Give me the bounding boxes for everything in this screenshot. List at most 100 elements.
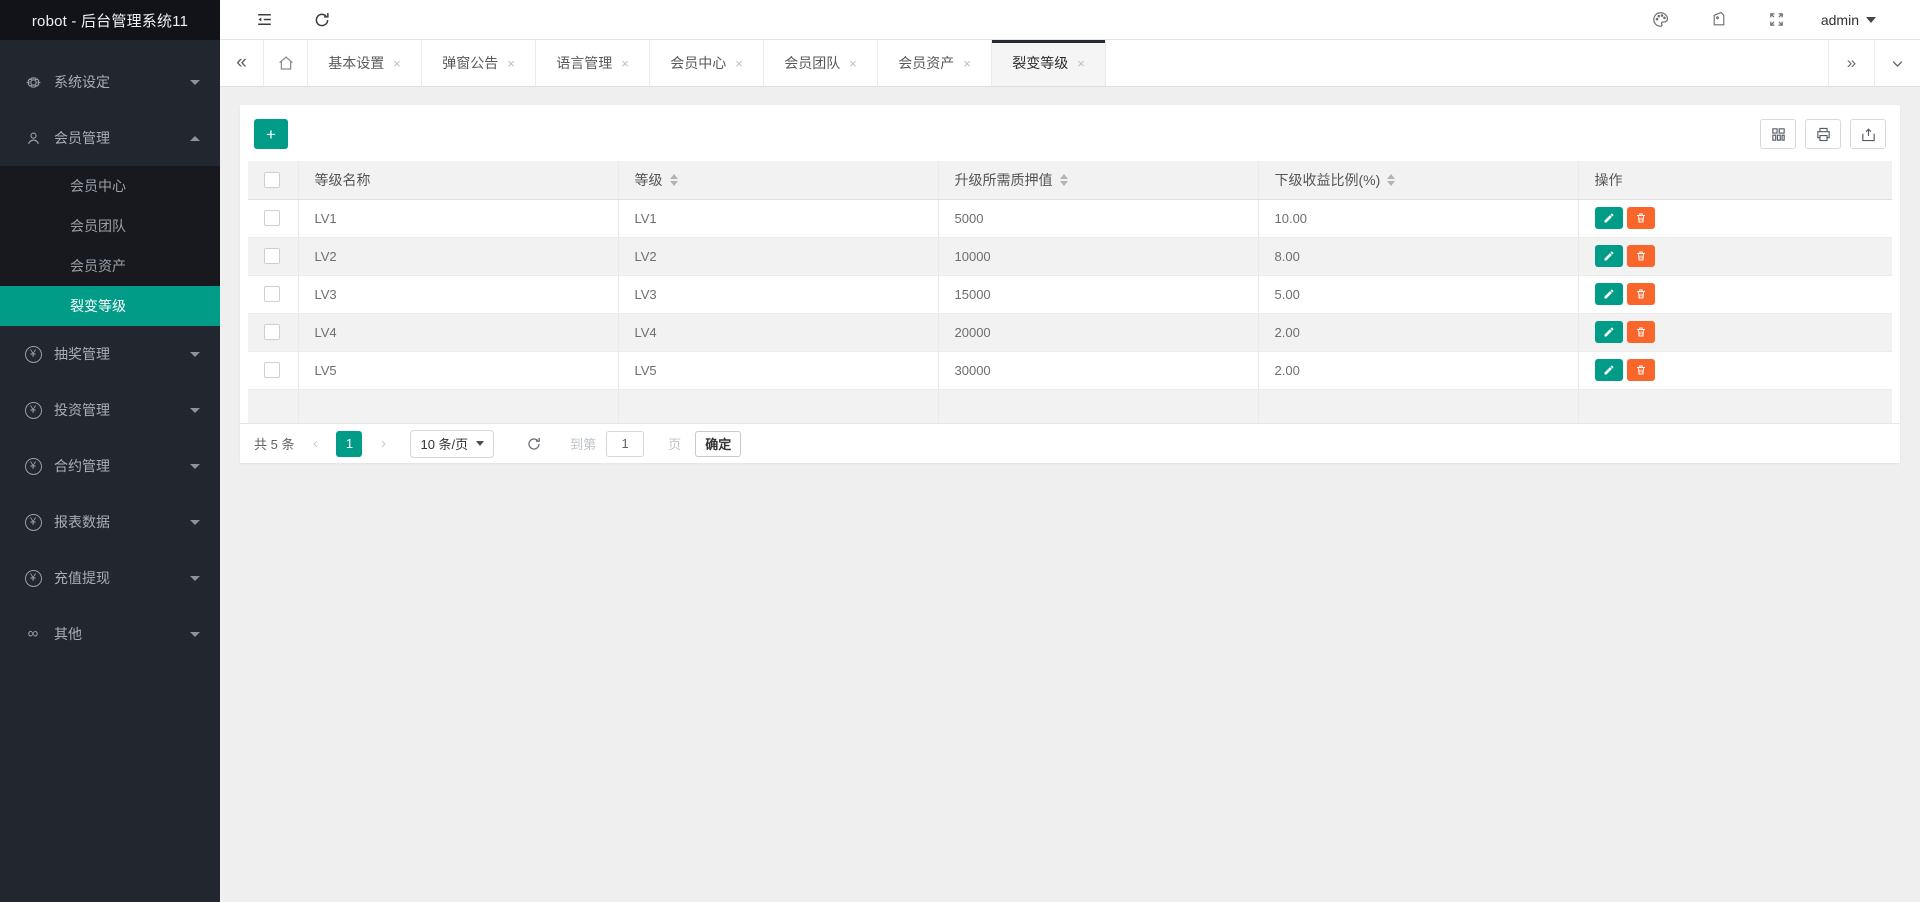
row-checkbox[interactable] [264,286,280,303]
refresh-icon[interactable] [308,6,336,34]
home-icon[interactable] [264,40,308,86]
tabs-scroll-left-icon[interactable]: « [220,40,264,86]
submenu-item-label: 会员团队 [70,218,126,234]
tab-popup-notice[interactable]: 弹窗公告 × [422,40,536,86]
edit-button[interactable] [1594,359,1623,381]
edit-button[interactable] [1594,207,1623,229]
goto-label: 到第 [570,437,597,452]
fullscreen-icon[interactable] [1763,6,1791,34]
tab-member-team[interactable]: 会员团队 × [764,40,878,86]
cell-level-name: LV3 [298,275,619,314]
col-level-name: 等级名称 [298,161,619,200]
pagination-refresh-icon[interactable] [522,432,546,456]
page-size-value: 10 条/页 [420,437,469,452]
tab-close-icon[interactable]: × [963,56,971,71]
chevron-down-icon [190,463,200,469]
tab-close-icon[interactable]: × [393,56,401,71]
sidebar-item-member-assets[interactable]: 会员资产 [0,246,220,286]
sidebar-item-lottery-management[interactable]: ¥ 抽奖管理 [0,326,220,382]
table-card: + 等级名称 等级 升级所需质押值 下级收益比例(%) 操作 LV1 LV1 5… [240,105,1900,463]
col-level: 等级 [618,161,939,200]
goto-page-input[interactable] [606,430,645,457]
sort-icon[interactable] [669,173,678,186]
chevron-down-icon [190,407,200,413]
topbar-left [250,6,336,34]
tabs-menu-chevron-icon[interactable] [1874,40,1920,86]
app-layout: robot - 后台管理系统11 系统设定 会员管理 会员中心 会员团队 会员资… [0,0,1920,902]
delete-button[interactable] [1626,283,1655,305]
tab-close-icon[interactable]: × [621,56,629,71]
print-icon[interactable] [1805,119,1841,149]
theme-palette-icon[interactable] [1647,6,1675,34]
sidebar-item-member-team[interactable]: 会员团队 [0,206,220,246]
edit-button[interactable] [1594,321,1623,343]
sidebar-item-label: 抽奖管理 [54,346,110,362]
cell-ratio: 8.00 [1258,237,1579,276]
tab-basic-settings[interactable]: 基本设置 × [308,40,422,86]
export-icon[interactable] [1850,119,1886,149]
select-all-checkbox[interactable] [264,172,280,189]
edit-button[interactable] [1594,283,1623,305]
cell-level-name: LV1 [298,199,619,238]
user-menu[interactable]: admin [1821,12,1876,28]
cell-level-name: LV2 [298,237,619,276]
cell-ratio: 2.00 [1258,351,1579,390]
confirm-button[interactable]: 确定 [695,430,742,457]
add-button[interactable]: + [254,119,288,149]
sidebar-item-other[interactable]: ∞ 其他 [0,606,220,662]
sidebar-item-label: 系统设定 [54,74,110,90]
cell-level: LV4 [618,313,939,352]
tab-member-assets[interactable]: 会员资产 × [878,40,992,86]
delete-button[interactable] [1626,321,1655,343]
tab-close-icon[interactable]: × [849,56,857,71]
sort-icon[interactable] [1387,173,1396,186]
tag-icon[interactable] [1705,6,1733,34]
column-display-icon[interactable] [1760,119,1796,149]
chevron-up-icon [190,135,200,141]
next-page-icon[interactable]: › [372,435,394,452]
sidebar-item-investment-management[interactable]: ¥ 投资管理 [0,382,220,438]
col-actions: 操作 [1578,161,1892,200]
menu-fold-icon[interactable] [250,6,278,34]
tab-member-center[interactable]: 会员中心 × [650,40,764,86]
sidebar-item-contract-management[interactable]: ¥ 合约管理 [0,438,220,494]
sort-icon[interactable] [1059,173,1068,186]
member-submenu: 会员中心 会员团队 会员资产 裂变等级 [0,166,220,326]
delete-button[interactable] [1626,245,1655,267]
row-checkbox[interactable] [264,210,280,227]
cell-pledge: 15000 [938,275,1259,314]
yen-icon: ¥ [24,513,42,531]
sidebar-item-system-settings[interactable]: 系统设定 [0,54,220,110]
tab-close-icon[interactable]: × [735,56,743,71]
sidebar-item-deposit-withdraw[interactable]: ¥ 充值提现 [0,550,220,606]
sidebar-item-member-center[interactable]: 会员中心 [0,166,220,206]
row-checkbox[interactable] [264,248,280,265]
tab-fission-level[interactable]: 裂变等级 × [992,40,1106,86]
total-count: 共 5 条 [254,437,295,452]
sidebar-item-label: 其他 [54,626,82,642]
sidebar-item-member-management[interactable]: 会员管理 [0,110,220,166]
delete-button[interactable] [1626,207,1655,229]
delete-button[interactable] [1626,359,1655,381]
sidebar-item-report-data[interactable]: ¥ 报表数据 [0,494,220,550]
link-icon: ∞ [27,625,39,642]
page-number-button[interactable]: 1 [336,430,363,457]
tab-language-management[interactable]: 语言管理 × [536,40,650,86]
topbar: admin [220,0,1920,40]
page-size-select[interactable]: 10 条/页 [410,429,495,458]
table-header-row: 等级名称 等级 升级所需质押值 下级收益比例(%) 操作 [248,161,1892,200]
tab-close-icon[interactable]: × [507,56,515,71]
sidebar: robot - 后台管理系统11 系统设定 会员管理 会员中心 会员团队 会员资… [0,0,220,902]
prev-page-icon[interactable]: ‹ [304,435,326,452]
tab-close-icon[interactable]: × [1077,56,1085,71]
app-title: robot - 后台管理系统11 [0,0,220,40]
sidebar-item-label: 报表数据 [54,514,110,530]
edit-button[interactable] [1594,245,1623,267]
row-checkbox[interactable] [264,324,280,341]
yen-icon: ¥ [24,401,42,419]
sidebar-item-fission-level[interactable]: 裂变等级 [0,286,220,326]
tabs-scroll-right-icon[interactable]: » [1828,40,1874,86]
row-checkbox[interactable] [264,362,280,379]
caret-down-icon [476,441,485,446]
table-row: LV5 LV5 30000 2.00 [248,351,1892,390]
